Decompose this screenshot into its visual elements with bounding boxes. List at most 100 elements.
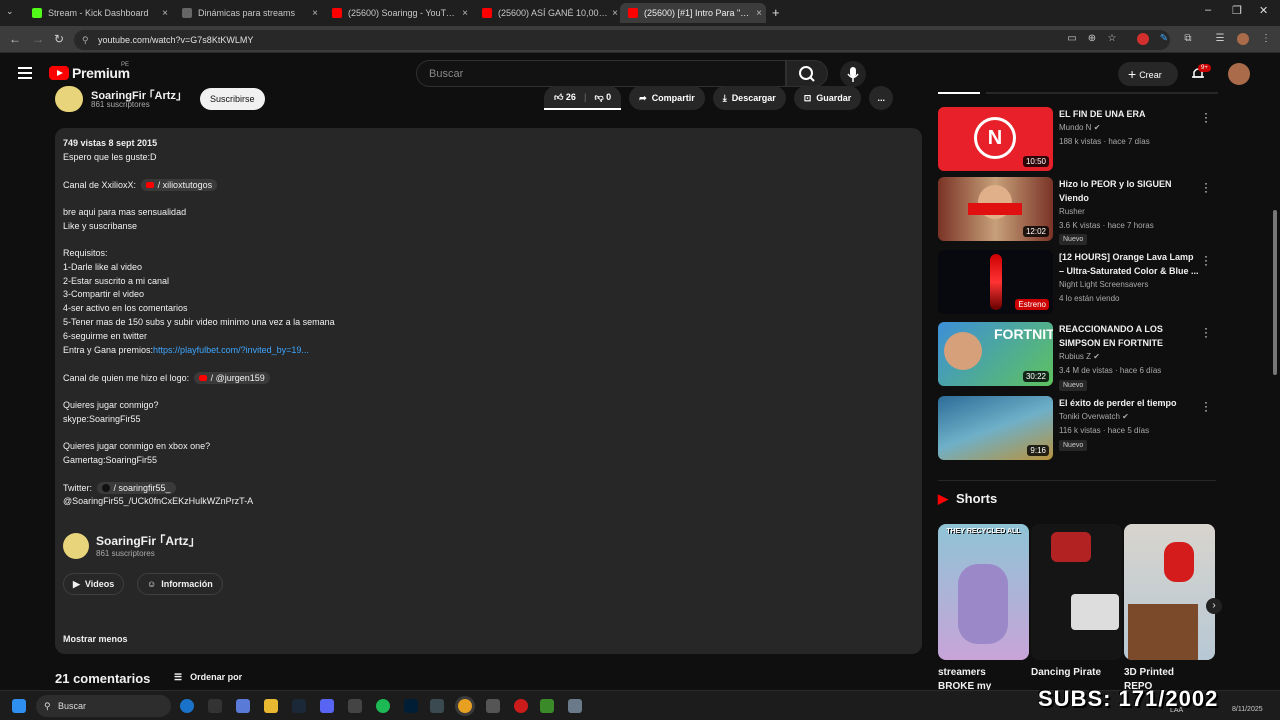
close-icon[interactable]: × [458, 8, 472, 19]
info-button[interactable]: ☺ Información [137, 573, 223, 595]
minecraft-icon[interactable] [540, 699, 554, 713]
video-title[interactable]: EL FIN DE UNA ERA [1059, 107, 1199, 121]
close-icon[interactable]: × [752, 8, 766, 19]
video-thumbnail[interactable]: 12:02 [938, 177, 1053, 241]
video-options-icon[interactable]: · · · [1204, 250, 1208, 270]
related-video[interactable]: N 10:50 EL FIN DE UNA ERA Mundo N ✔ 188 … [938, 107, 1218, 173]
close-icon[interactable]: × [308, 8, 322, 19]
channel-link-chip[interactable]: / xilioxtutogos [140, 179, 218, 191]
tab-kick[interactable]: Stream - Kick Dashboard × [24, 3, 172, 23]
clock-date[interactable]: 8/11/2025 [1232, 706, 1263, 713]
scrollbar-thumb[interactable] [1273, 210, 1277, 375]
download-button[interactable]: ⤓ Descargar [712, 86, 786, 110]
extension-red-icon[interactable] [1137, 33, 1149, 45]
opera-icon[interactable] [514, 699, 528, 713]
video-options-icon[interactable]: · · · [1204, 177, 1208, 197]
more-actions-button[interactable]: ... [869, 86, 894, 110]
zoom-icon[interactable]: ⊕ [1086, 33, 1098, 45]
sort-comments-button[interactable]: ☰ Ordenar por [174, 672, 242, 683]
app-icon[interactable] [486, 699, 500, 713]
subscribe-button[interactable]: Suscribirse [200, 88, 265, 110]
video-thumbnail[interactable]: 9:16 [938, 396, 1053, 460]
close-window-icon[interactable]: ✕ [1259, 4, 1268, 17]
cast-icon[interactable]: ▭ [1066, 33, 1078, 45]
related-video[interactable]: FORTNITE 30:22 REACCIONANDO A LOS SIMPSO… [938, 322, 1218, 391]
twitter-link-chip[interactable]: / soaringfir55_ [96, 482, 176, 494]
save-button[interactable]: ⊡ Guardar [793, 86, 862, 110]
taskbar-search[interactable]: ⚲ Buscar [36, 695, 171, 717]
tab-intro[interactable]: (25600) [#1] Intro Para "XxilioxX... × [620, 3, 766, 23]
spotify-icon[interactable] [376, 699, 390, 713]
share-button[interactable]: ➦ Compartir [629, 86, 705, 110]
forward-icon[interactable]: → [32, 32, 44, 46]
prizes-link[interactable]: https://playfulbet.com/?invited_by=19... [153, 345, 309, 355]
short-thumbnail[interactable]: THEY RECYCLED ALL [938, 524, 1029, 660]
new-tab-button[interactable]: + [772, 5, 780, 20]
video-title[interactable]: REACCIONANDO A LOS SIMPSON EN FORTNITE [1059, 322, 1199, 350]
copilot-icon[interactable] [236, 699, 250, 713]
app-icon[interactable] [348, 699, 362, 713]
create-button[interactable]: + Crear [1118, 62, 1178, 86]
voice-search-button[interactable] [840, 61, 866, 87]
chevron-right-icon[interactable]: › [1206, 598, 1222, 614]
youtube-logo-icon[interactable] [49, 66, 69, 80]
file-explorer-icon[interactable] [264, 699, 278, 713]
video-thumbnail[interactable]: Estreno [938, 250, 1053, 314]
close-icon[interactable]: × [158, 8, 172, 19]
video-title[interactable]: Hizo lo PEOR y lo SIGUEN Viendo [1059, 177, 1199, 205]
video-options-icon[interactable]: · · · [1204, 322, 1208, 342]
video-title[interactable]: [12 HOURS] Orange Lava Lamp – Ultra-Satu… [1059, 250, 1199, 278]
minimize-icon[interactable]: – [1205, 4, 1211, 16]
steam-icon[interactable] [292, 699, 306, 713]
related-video[interactable]: 9:16 El éxito de perder el tiempo Toniki… [938, 396, 1218, 462]
app-icon[interactable] [430, 699, 444, 713]
profile-icon[interactable] [1237, 33, 1249, 45]
reload-icon[interactable]: ↻ [54, 32, 64, 46]
dislike-button[interactable]: 👎︎ 0 [594, 92, 611, 103]
video-channel[interactable]: Toniki Overwatch ✔ [1059, 412, 1129, 421]
short-thumbnail[interactable] [1031, 524, 1122, 660]
discord-icon[interactable] [320, 699, 334, 713]
video-channel[interactable]: Night Light Screensavers [1059, 280, 1148, 289]
settings-icon[interactable] [568, 699, 582, 713]
short-title[interactable]: Dancing Pirate [1031, 666, 1111, 680]
tab-dinamicas[interactable]: Dinámicas para streams × [174, 3, 322, 23]
short-thumbnail[interactable] [1124, 524, 1215, 660]
channel-avatar[interactable] [55, 86, 83, 112]
windows-start-icon[interactable] [12, 699, 26, 713]
search-button[interactable] [786, 60, 828, 87]
photoshop-icon[interactable] [404, 699, 418, 713]
channel-link-chip[interactable]: / @jurgen159 [193, 372, 270, 384]
like-button[interactable]: 👍︎ 26 [554, 92, 576, 103]
edge-icon[interactable] [180, 699, 194, 713]
maximize-icon[interactable]: ❐ [1232, 4, 1242, 17]
search-input[interactable]: Buscar [416, 60, 786, 87]
bookmark-star-icon[interactable]: ☆ [1106, 33, 1118, 45]
video-channel[interactable]: Rubius Z ✔ [1059, 352, 1100, 361]
store-icon[interactable] [208, 699, 222, 713]
video-thumbnail[interactable]: FORTNITE 30:22 [938, 322, 1053, 386]
hamburger-menu-icon[interactable] [18, 67, 32, 79]
video-options-icon[interactable]: · · · [1204, 107, 1208, 127]
extension-blue-icon[interactable]: ✎ [1158, 33, 1170, 45]
reading-list-icon[interactable]: ☰ [1214, 33, 1226, 45]
menu-dots-icon[interactable]: ⋮ [1260, 33, 1272, 45]
channel-card-avatar[interactable] [63, 533, 89, 559]
tab-asi-gane[interactable]: (25600) ASÍ GANÉ 10,000$ CON... × [474, 3, 622, 23]
related-video[interactable]: 12:02 Hizo lo PEOR y lo SIGUEN Viendo Ru… [938, 177, 1218, 245]
related-video[interactable]: Estreno [12 HOURS] Orange Lava Lamp – Ul… [938, 250, 1218, 316]
video-title[interactable]: El éxito de perder el tiempo [1059, 396, 1199, 410]
video-options-icon[interactable]: · · · [1204, 396, 1208, 416]
tab-list-icon[interactable]: ⌄ [6, 6, 14, 17]
url-field[interactable]: ⚲ youtube.com/watch?v=G7s8KtKWLMY [74, 30, 1170, 50]
back-icon[interactable]: ← [9, 32, 21, 46]
video-channel[interactable]: Mundo N ✔ [1059, 123, 1100, 132]
videos-button[interactable]: ▶ Videos [63, 573, 125, 595]
extensions-puzzle-icon[interactable]: ⧉ [1182, 33, 1194, 45]
show-less-button[interactable]: Mostrar menos [63, 634, 128, 644]
channel-card-name[interactable]: SoaringFir ｢Artz｣ [96, 532, 195, 549]
tab-soaringg[interactable]: (25600) Soaringg - YouTube × [324, 3, 472, 23]
video-thumbnail[interactable]: N 10:50 [938, 107, 1053, 171]
site-info-icon[interactable]: ⚲ [82, 30, 89, 50]
chrome-icon[interactable] [458, 699, 472, 713]
